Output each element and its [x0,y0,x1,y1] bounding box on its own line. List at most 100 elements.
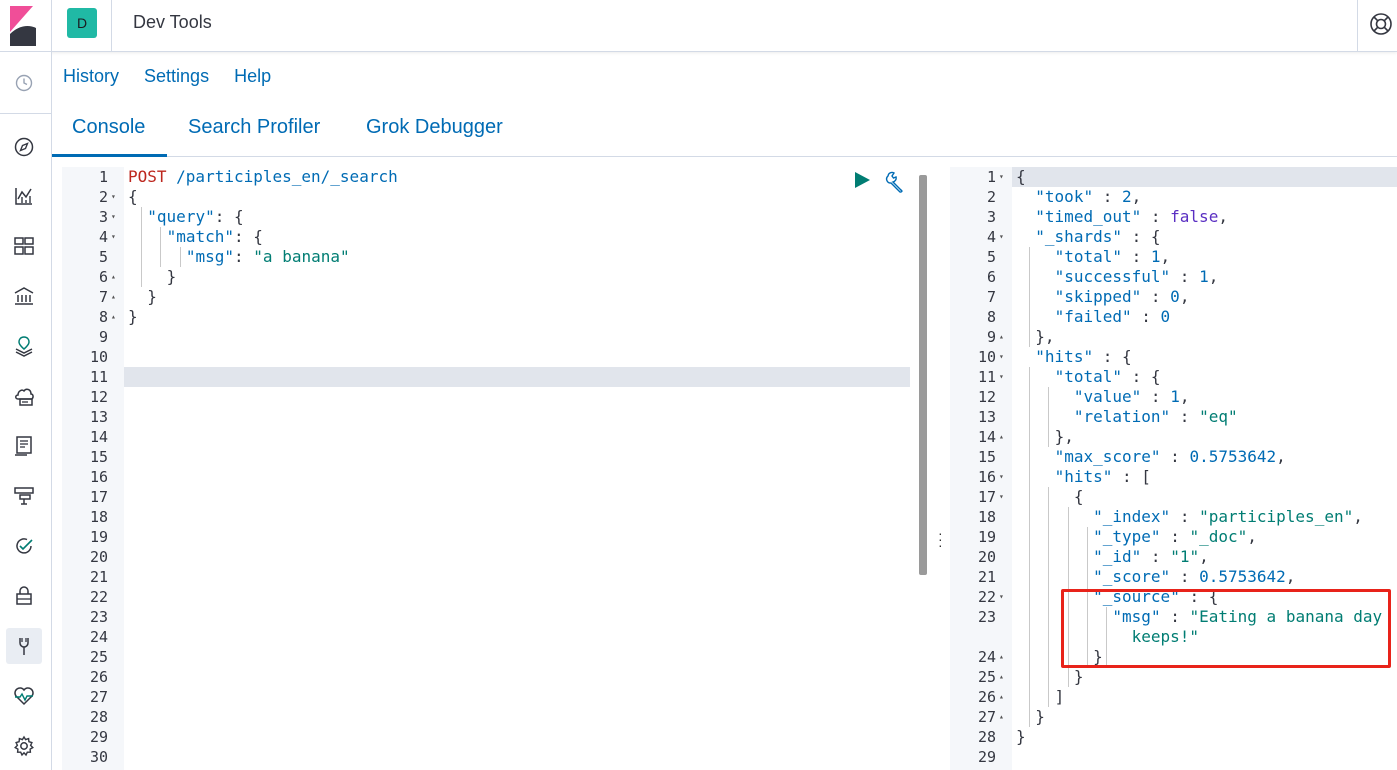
run-request-button[interactable] [852,170,872,195]
response-code-line: "total" : 1, [1054,247,1171,266]
response-code-line: "hits" : [ [1054,467,1151,486]
response-line-number: 27 [977,708,996,726]
response-line-number: 10 [977,348,996,366]
request-scrollbar[interactable] [919,175,927,575]
request-line-number: 11 [89,368,108,386]
request-line-number: 28 [89,708,108,726]
request-line-number: 12 [89,388,108,406]
request-line-number: 27 [89,688,108,706]
request-line-number: 21 [89,568,108,586]
tab-search-profiler[interactable]: Search Profiler [188,116,320,139]
request-line-number: 19 [89,528,108,546]
history-link[interactable]: History [63,66,119,86]
top-menu: History Settings Help [63,66,291,87]
response-code-line: "_shards" : { [1035,227,1161,246]
management-icon[interactable] [6,728,42,764]
fold-close-icon[interactable]: ▴ [999,427,1009,447]
topbar-divider [111,0,112,52]
fold-open-icon[interactable]: ▾ [111,227,121,247]
kibana-logo-icon [10,6,36,46]
response-line-number: 12 [977,388,996,406]
response-viewer: 1 ▾ 2 3 4 ▾ 5 6 7 8 9 ▴ 10 ▾ 11 ▾ 12 13 14 ▴ 15 16 ▾ 17 ▾ 18 19 20 2… [950,167,1397,770]
help-link[interactable]: Help [234,66,271,86]
visualize-icon[interactable] [6,178,42,214]
uptime-icon[interactable] [6,528,42,564]
breadcrumb-title: Dev Tools [133,12,212,32]
fold-close-icon[interactable]: ▴ [111,307,121,327]
fold-open-icon[interactable]: ▾ [999,587,1009,607]
fold-open-icon[interactable]: ▾ [999,367,1009,387]
response-code-line: }, [1054,427,1074,446]
logs-icon[interactable] [6,428,42,464]
canvas-icon[interactable] [6,278,42,314]
space-avatar[interactable]: D [67,8,97,38]
indent-guide [141,207,143,287]
request-code-line: "query": { [147,207,244,226]
response-line-number: 28 [977,728,996,746]
response-code-line: "skipped" : 0, [1054,287,1190,306]
response-line-number: 29 [977,748,996,766]
indent-guide [1048,387,1050,447]
tab-grok-debugger[interactable]: Grok Debugger [366,116,503,139]
response-line-number: 1 [986,168,996,186]
fold-close-icon[interactable]: ▴ [999,707,1009,727]
maps-icon[interactable] [6,328,42,364]
request-code-line: } [147,287,157,306]
request-options-wrench-icon[interactable] [884,170,908,199]
fold-open-icon[interactable]: ▾ [111,207,121,227]
kibana-logo[interactable] [0,0,52,52]
apm-icon[interactable] [6,478,42,514]
response-code-line: "timed_out" : false, [1035,207,1228,226]
request-code-line: { [128,187,138,206]
request-line-number: 7 [98,288,108,306]
request-line-number: 1 [98,168,108,186]
pane-resizer[interactable] [930,157,950,770]
fold-close-icon[interactable]: ▴ [999,687,1009,707]
tab-console[interactable]: Console [72,116,145,139]
response-line-number: 21 [977,568,996,586]
top-bar: D Dev Tools [0,0,1397,52]
response-code-line: "successful" : 1, [1054,267,1219,286]
request-line-number: 10 [89,348,108,366]
infrastructure-icon[interactable] [6,378,42,414]
fold-open-icon[interactable]: ▾ [999,347,1009,367]
clock-icon[interactable] [6,65,42,101]
fold-close-icon[interactable]: ▴ [999,327,1009,347]
discover-icon[interactable] [6,129,42,165]
resizer-handle-icon[interactable]: · · · [938,526,943,552]
security-icon[interactable] [6,578,42,614]
response-code-line: "took" : 2, [1035,187,1142,206]
fold-open-icon[interactable]: ▾ [999,467,1009,487]
dashboard-icon[interactable] [6,228,42,264]
request-line-number: 8 [98,308,108,326]
fold-close-icon[interactable]: ▴ [111,267,121,287]
fold-open-icon[interactable]: ▾ [999,227,1009,247]
request-code-line: } [128,307,138,326]
settings-link[interactable]: Settings [144,66,209,86]
response-line-number: 11 [977,368,996,386]
fold-close-icon[interactable]: ▴ [111,287,121,307]
indent-guide [160,227,162,267]
response-code-line: }, [1035,327,1055,346]
fold-open-icon[interactable]: ▾ [999,167,1009,187]
response-line-number: 6 [986,268,996,286]
response-code-line: "max_score" : 0.5753642, [1054,447,1286,466]
response-code-line: } [1035,707,1045,726]
response-line-number: 25 [977,668,996,686]
dev-tools-icon[interactable] [6,628,42,664]
fold-open-icon[interactable]: ▾ [111,187,121,207]
request-line-number: 16 [89,468,108,486]
fold-close-icon[interactable]: ▴ [999,667,1009,687]
request-line-number: 30 [89,748,108,766]
indent-guide [1029,247,1031,347]
request-editor[interactable]: 1 2 ▾ 3 ▾ 4 ▾ 5 6 ▴ 7 ▴ 8 ▴ 9 10 11 12 13 14 15 16 17 18 19 20 21 2… [62,167,918,770]
response-line-number: 16 [977,468,996,486]
fold-open-icon[interactable]: ▾ [999,487,1009,507]
response-code-line: "failed" : 0 [1054,307,1171,326]
fold-close-icon[interactable]: ▴ [999,647,1009,667]
help-lifebuoy-icon[interactable] [1368,11,1394,42]
response-line-number: 20 [977,548,996,566]
response-code-line: "total" : { [1054,367,1161,386]
monitoring-icon[interactable] [6,678,42,714]
request-line-number: 5 [98,248,108,266]
